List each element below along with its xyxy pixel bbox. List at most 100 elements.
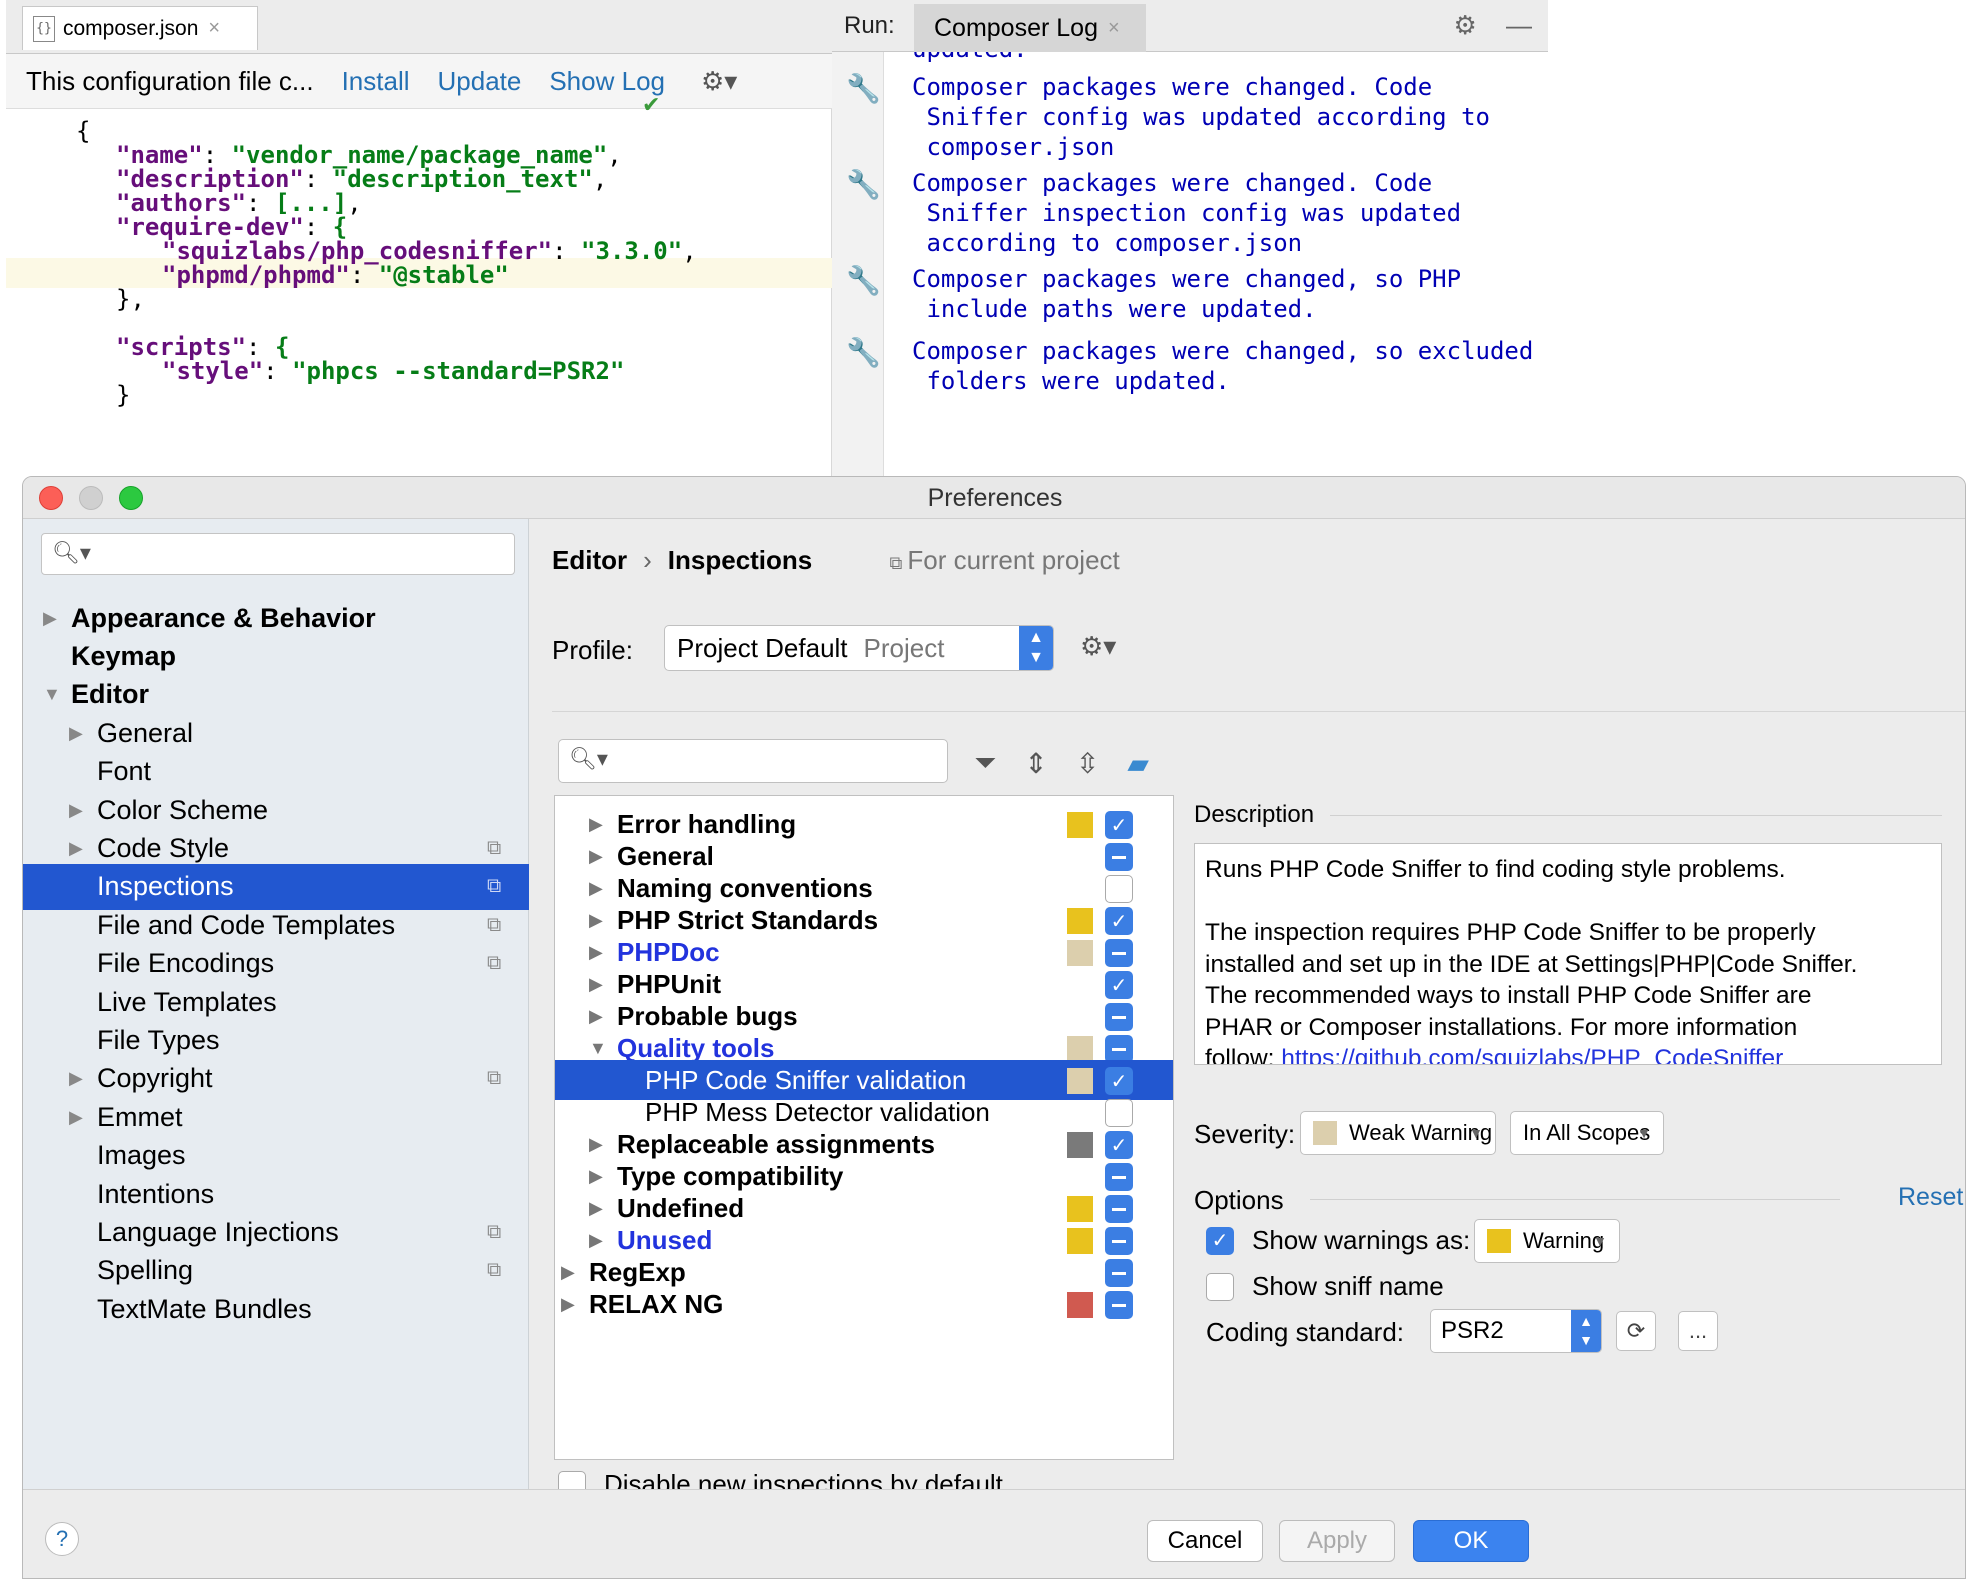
composer-log-output[interactable]: updated. Composer packages were changed.… [912, 52, 1542, 480]
run-gutter: 🔧 🔧 🔧 🔧 [832, 52, 884, 480]
chevron-right-icon[interactable]: ▶ [589, 1006, 603, 1027]
eraser-icon[interactable]: ▰ [1127, 747, 1149, 780]
settings-search-input[interactable]: 🔍︎▾ [41, 533, 515, 575]
show-warnings-checkbox[interactable]: ✓ [1206, 1226, 1234, 1255]
chevron-right-icon[interactable]: ▶ [589, 1198, 603, 1219]
inspection-checkbox[interactable] [1105, 875, 1133, 903]
chevron-right-icon[interactable]: ▶ [69, 838, 83, 859]
chevron-right-icon[interactable]: ▶ [589, 942, 603, 963]
severity-swatch [1067, 1228, 1093, 1254]
codesniffer-link[interactable]: https://github.com/squizlabs/PHP_CodeSni… [1281, 1045, 1783, 1064]
sidebar-item-label: Font [97, 756, 152, 787]
wrench-icon: 🔧 [846, 265, 881, 296]
breadcrumb-current: Inspections [667, 545, 813, 575]
inspection-checkbox[interactable] [1105, 1035, 1133, 1063]
chevron-right-icon[interactable]: ▶ [589, 1134, 603, 1155]
inspection-checkbox[interactable] [1105, 1259, 1133, 1287]
gear-icon[interactable]: ⚙▾ [701, 66, 737, 97]
chevron-down-icon[interactable]: ▼ [43, 684, 61, 705]
install-link[interactable]: Install [342, 66, 410, 97]
collapse-all-icon[interactable]: ⇳ [1076, 747, 1099, 780]
coding-standard-select[interactable]: PSR2 ▲ ▼ [1430, 1309, 1602, 1353]
tree-row-label: PHP Strict Standards [617, 904, 879, 935]
composer-notice-bar: This configuration file c... Install Upd… [6, 54, 832, 109]
sidebar-item-label: File and Code Templates [97, 909, 396, 940]
sidebar-item-textmate-bundles[interactable]: TextMate Bundles [23, 1286, 529, 1332]
json-key: "phpmd/phpmd" [162, 261, 350, 289]
severity-label: Severity: [1194, 1119, 1296, 1149]
tab-composer-log[interactable]: Composer Log × [914, 4, 1146, 52]
inspection-checkbox[interactable] [1105, 1163, 1133, 1191]
show-sniff-option: Show sniff name [1206, 1271, 1444, 1302]
tree-row-label: Unused [617, 1224, 713, 1255]
divider [1330, 815, 1942, 816]
inspection-checkbox[interactable]: ✓ [1105, 971, 1133, 999]
inspection-checkbox[interactable] [1105, 939, 1133, 967]
tree-row[interactable]: ▶ RELAX NG [555, 1284, 1173, 1324]
inspection-checkbox[interactable] [1105, 1291, 1133, 1319]
apply-button[interactable]: Apply [1279, 1520, 1395, 1562]
inspection-checkbox[interactable] [1105, 1195, 1133, 1223]
code-punct: , [347, 189, 362, 217]
inspection-checkbox[interactable]: ✓ [1105, 811, 1133, 839]
chevron-right-icon[interactable]: ▶ [43, 608, 57, 629]
project-scope-text: For current project [907, 545, 1120, 575]
chevron-right-icon[interactable]: ▶ [561, 1262, 575, 1283]
code-line: "style": "phpcs --standard=PSR2" [162, 356, 624, 386]
chevron-right-icon[interactable]: ▶ [589, 910, 603, 931]
chevron-right-icon[interactable]: ▶ [589, 1230, 603, 1251]
chevron-right-icon[interactable]: ▶ [589, 846, 603, 867]
inspection-checkbox[interactable] [1105, 843, 1133, 871]
inspection-checkbox[interactable]: ✓ [1105, 1067, 1133, 1095]
breadcrumb-editor[interactable]: Editor [552, 545, 627, 575]
inspection-checkbox[interactable] [1105, 1003, 1133, 1031]
warning-level-select[interactable]: Warning ▼ [1474, 1219, 1620, 1263]
code-editor[interactable]: {"name": "vendor_name/package_name", "des… [6, 110, 832, 480]
log-entry: updated. [912, 52, 1028, 64]
profile-select[interactable]: Project Default Project ▲ ▼ [664, 625, 1054, 671]
inspection-checkbox[interactable]: ✓ [1105, 907, 1133, 935]
gear-icon[interactable]: ⚙ [1453, 10, 1476, 40]
chevron-right-icon[interactable]: ▶ [589, 814, 603, 835]
chevron-right-icon[interactable]: ▶ [69, 800, 83, 821]
chevron-down-icon[interactable]: ▼ [589, 1038, 607, 1059]
sidebar-item-label: Intentions [97, 1178, 215, 1209]
filter-icon[interactable]: ⏷ [974, 747, 996, 780]
scope-select[interactable]: In All Scopes ▼ [1510, 1111, 1664, 1155]
severity-select[interactable]: Weak Warning ▼ [1300, 1111, 1496, 1155]
ok-button[interactable]: OK [1413, 1520, 1529, 1562]
chevron-right-icon[interactable]: ▶ [561, 1294, 575, 1315]
minimize-icon[interactable]: — [1506, 10, 1532, 40]
reset-link[interactable]: Reset [1898, 1183, 1963, 1212]
chevron-right-icon[interactable]: ▶ [69, 1107, 83, 1128]
code-punct: , [682, 237, 697, 265]
chevron-right-icon[interactable]: ▶ [69, 723, 83, 744]
sidebar-item-label: File Encodings [97, 948, 275, 979]
gear-icon[interactable]: ⚙▾ [1080, 631, 1116, 662]
help-button[interactable]: ? [45, 1522, 79, 1556]
chevron-right-icon[interactable]: ▶ [69, 1068, 83, 1089]
cancel-button[interactable]: Cancel [1147, 1520, 1263, 1562]
code-line: }, [116, 284, 145, 314]
copy-icon: ⧉ [487, 1220, 502, 1243]
inspection-checkbox[interactable] [1105, 1099, 1133, 1127]
update-link[interactable]: Update [438, 66, 522, 97]
sidebar-item-label: Code Style [97, 832, 230, 863]
inspection-checkbox[interactable] [1105, 1227, 1133, 1255]
show-sniff-checkbox[interactable] [1206, 1272, 1234, 1301]
refresh-button[interactable]: ⟳ [1616, 1311, 1656, 1351]
chevron-right-icon[interactable]: ▶ [589, 1166, 603, 1187]
close-icon[interactable]: × [1108, 17, 1120, 40]
browse-button[interactable]: ... [1678, 1311, 1718, 1351]
tab-composer-json[interactable]: {} composer.json × [22, 6, 258, 50]
chevron-right-icon[interactable]: ▶ [589, 974, 603, 995]
colon: : [552, 237, 582, 265]
run-tab-bar: Run: Composer Log × ⚙ — [832, 0, 1548, 52]
close-icon[interactable]: × [208, 17, 220, 40]
inspection-search-input[interactable]: 🔍︎▾ [558, 739, 948, 783]
chevron-right-icon[interactable]: ▶ [589, 878, 603, 899]
inspection-checkbox[interactable]: ✓ [1105, 1131, 1133, 1159]
expand-all-icon[interactable]: ⇕ [1024, 747, 1047, 780]
json-value: "3.3.0" [581, 237, 683, 265]
copy-icon: ⧉ [487, 913, 502, 936]
